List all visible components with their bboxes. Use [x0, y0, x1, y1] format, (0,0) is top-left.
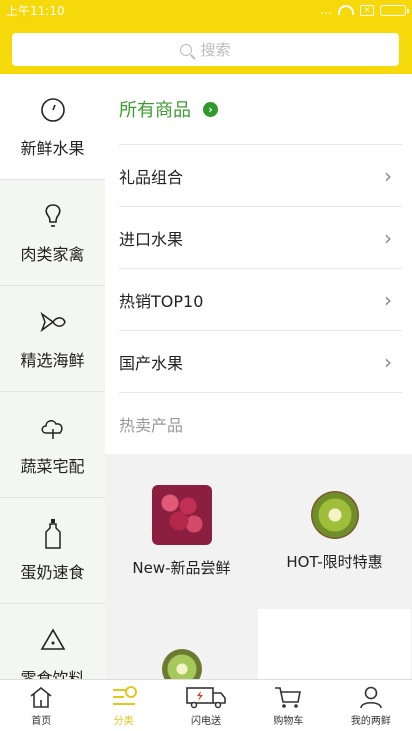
nav-home[interactable]: 首页	[0, 680, 82, 731]
sidebar-item-label: 零食饮料	[20, 668, 85, 680]
nav-label: 首页	[31, 715, 52, 727]
category-label: 礼品组合	[119, 167, 184, 187]
fish-icon	[38, 307, 68, 337]
sidebar-item-seafood[interactable]: 精选海鲜	[0, 286, 105, 392]
nav-label: 购物车	[273, 715, 304, 727]
sidebar-item-meat[interactable]: 肉类家禽	[0, 180, 105, 286]
sidebar-item-dairy[interactable]: 蛋奶速食	[0, 498, 105, 604]
chevron-right-icon: ›	[384, 163, 392, 188]
sidebar-item-label: 肉类家禽	[20, 244, 85, 264]
promo-card[interactable]	[105, 609, 258, 679]
bottle-icon	[38, 518, 68, 549]
header: 搜索	[0, 20, 412, 74]
sidebar-item-label: 蔬菜宅配	[20, 456, 85, 476]
all-products-link[interactable]: 所有商品 ›	[105, 74, 412, 144]
promo-area: New-新品尝鲜 HOT-限时特惠	[105, 454, 412, 679]
chevron-right-icon: ›	[384, 287, 392, 312]
category-row[interactable]: 进口水果 ›	[119, 206, 402, 268]
wifi-icon	[338, 5, 354, 15]
cart-icon	[275, 686, 302, 708]
hot-products-title: 热卖产品	[119, 392, 402, 454]
promo-new-card[interactable]: New-新品尝鲜	[105, 454, 258, 609]
status-time: 上午11:10	[6, 3, 65, 18]
category-label: 国产水果	[119, 353, 184, 373]
home-icon	[30, 686, 52, 708]
search-icon	[180, 43, 193, 56]
main-content: 所有商品 › 礼品组合 › 进口水果 › 热销TOP10 › 国产水果 › 热卖…	[105, 74, 412, 679]
warning-icon	[38, 625, 68, 655]
delivery-truck-icon	[186, 686, 226, 708]
status-bar: 上午11:10 ... ×	[0, 0, 412, 20]
chevron-right-icon: ›	[384, 225, 392, 250]
category-label: 热销TOP10	[119, 291, 204, 311]
sidebar-item-label: 精选海鲜	[20, 350, 85, 370]
promo-empty-card	[258, 609, 411, 679]
category-row[interactable]: 礼品组合 ›	[119, 144, 402, 206]
bulb-icon	[38, 201, 68, 231]
status-dots: ...	[320, 3, 332, 17]
nav-express[interactable]: 闪电送	[165, 680, 247, 731]
sim-icon: ×	[360, 4, 374, 16]
grapes-image	[151, 485, 212, 545]
category-row[interactable]: 国产水果 ›	[119, 330, 402, 392]
promo-label: New-新品尝鲜	[132, 559, 231, 577]
nav-label: 我的两鲜	[350, 715, 391, 727]
sidebar-item-fruit[interactable]: 新鲜水果	[0, 74, 105, 180]
promo-grid: New-新品尝鲜 HOT-限时特惠	[105, 454, 412, 679]
bottom-navigation: 首页 分类 闪电送 购物车 我的两鲜	[0, 679, 412, 731]
nav-label: 闪电送	[191, 715, 222, 727]
category-label: 进口水果	[119, 229, 184, 249]
sidebar-item-vegetable[interactable]: 蔬菜宅配	[0, 392, 105, 498]
cloud-icon	[38, 413, 68, 443]
chevron-right-icon: ›	[384, 349, 392, 374]
user-icon	[360, 686, 382, 708]
search-input[interactable]: 搜索	[12, 33, 399, 66]
sidebar-item-label: 蛋奶速食	[20, 562, 85, 582]
clock-icon	[38, 95, 68, 125]
category-icon	[112, 685, 137, 705]
promo-label: HOT-限时特惠	[286, 553, 383, 571]
promo-hot-card[interactable]: HOT-限时特惠	[258, 454, 411, 609]
kiwi-image	[310, 491, 359, 539]
chevron-right-icon: ›	[203, 101, 218, 117]
category-sidebar: 新鲜水果 肉类家禽 精选海鲜 蔬菜宅配 蛋奶速食 零食饮料	[0, 74, 105, 679]
sidebar-item-snacks[interactable]: 零食饮料	[0, 604, 105, 679]
fruit-image	[161, 649, 202, 679]
search-placeholder: 搜索	[200, 41, 231, 59]
all-products-label: 所有商品	[119, 100, 191, 121]
nav-profile[interactable]: 我的两鲜	[330, 680, 412, 731]
status-icons: ... ×	[320, 3, 409, 17]
nav-category[interactable]: 分类	[82, 680, 164, 731]
sidebar-item-label: 新鲜水果	[20, 138, 85, 158]
nav-label: 分类	[113, 715, 134, 727]
category-row[interactable]: 热销TOP10 ›	[119, 268, 402, 330]
battery-icon	[380, 4, 409, 16]
nav-cart[interactable]: 购物车	[247, 680, 329, 731]
